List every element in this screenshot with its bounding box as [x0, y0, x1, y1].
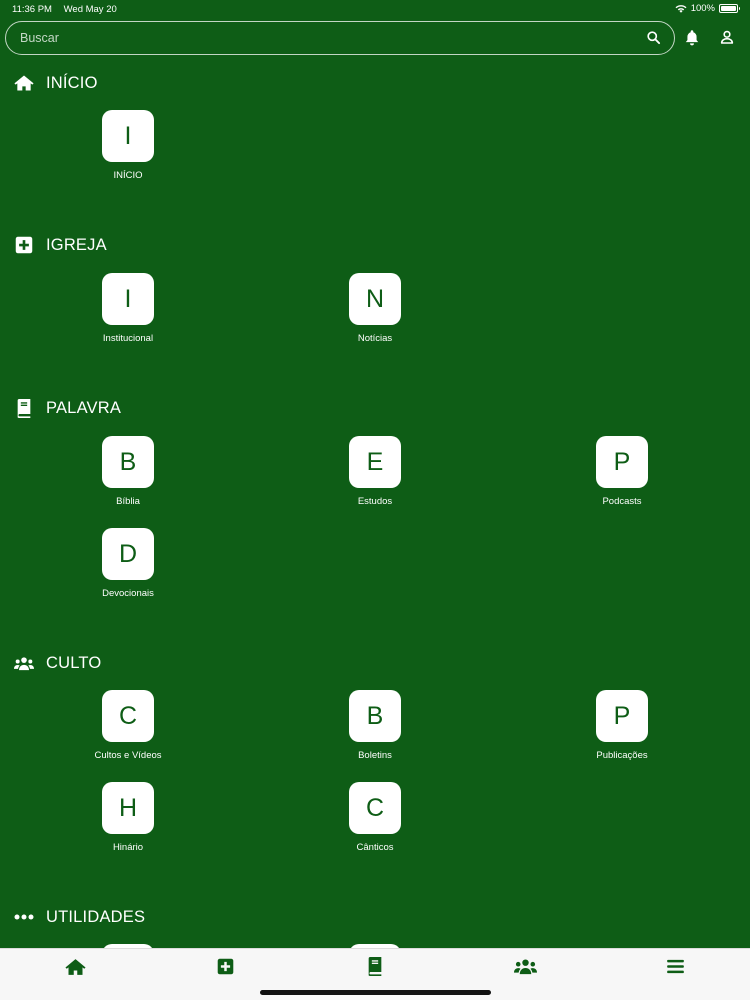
section-header-igreja: IGREJA: [14, 235, 107, 255]
plus-square-icon: [14, 235, 34, 255]
tile-cultos-videos[interactable]: C Cultos e Vídeos: [48, 690, 208, 761]
wifi-icon: [675, 5, 687, 13]
tile-label: Hinário: [112, 842, 144, 853]
tile-label: Cultos e Vídeos: [94, 750, 162, 761]
tile-boletins[interactable]: B Boletins: [295, 690, 455, 761]
tile-label: Institucional: [102, 333, 154, 344]
tile-biblia[interactable]: B Bíblia: [48, 436, 208, 507]
tile-label: Cânticos: [356, 842, 394, 853]
section-title: IGREJA: [46, 235, 107, 254]
tile-label: Publicações: [596, 750, 648, 761]
battery-icon: [719, 4, 740, 13]
tile-hinario[interactable]: H Hinário: [48, 782, 208, 853]
home-icon: [64, 958, 86, 981]
tile-podcasts[interactable]: P Podcasts: [542, 436, 702, 507]
tile-icon[interactable]: E: [349, 436, 401, 488]
tile-label: Estudos: [357, 496, 393, 507]
section-header-inicio: INÍCIO: [14, 73, 98, 93]
users-icon: [513, 958, 537, 980]
tile-icon[interactable]: P: [596, 436, 648, 488]
status-bar: 11:36 PM Wed May 20 100%: [0, 0, 750, 18]
tile-icon[interactable]: N: [349, 273, 401, 325]
section-header-utilidades: UTILIDADES: [14, 907, 145, 927]
tile-label: INÍCIO: [113, 170, 143, 181]
tile-label: Notícias: [357, 333, 393, 344]
tab-igreja[interactable]: [213, 958, 237, 980]
tab-culto[interactable]: [513, 958, 537, 980]
tab-home[interactable]: [63, 958, 87, 980]
tile-devocionais[interactable]: D Devocionais: [48, 528, 208, 599]
tile-noticias[interactable]: N Notícias: [295, 273, 455, 344]
plus-square-icon: [217, 958, 234, 980]
tile-label: Podcasts: [602, 496, 642, 507]
book-icon: [14, 398, 34, 418]
tile-icon[interactable]: C: [349, 782, 401, 834]
status-time: 11:36 PM: [12, 4, 52, 15]
user-icon[interactable]: [719, 29, 737, 47]
tile-icon[interactable]: H: [102, 782, 154, 834]
tile-label: Bíblia: [116, 496, 140, 507]
tile-inicio[interactable]: I INÍCIO: [48, 110, 208, 181]
menu-icon: [666, 959, 684, 979]
tab-menu[interactable]: [663, 958, 687, 980]
search-bar[interactable]: [5, 21, 675, 55]
tab-palavra[interactable]: [363, 957, 387, 981]
section-header-culto: CULTO: [14, 653, 101, 673]
section-title: CULTO: [46, 653, 102, 672]
tile-icon[interactable]: I: [102, 110, 154, 162]
tile-icon[interactable]: B: [102, 436, 154, 488]
tile-publicacoes[interactable]: P Publicações: [542, 690, 702, 761]
section-header-palavra: PALAVRA: [14, 398, 121, 418]
tile-icon[interactable]: B: [349, 690, 401, 742]
status-date: Wed May 20: [63, 4, 117, 15]
section-title: INÍCIO: [46, 73, 98, 92]
bell-icon[interactable]: [684, 29, 702, 47]
home-indicator: [260, 990, 491, 995]
search-input[interactable]: [20, 31, 646, 45]
section-title: UTILIDADES: [46, 907, 146, 926]
tile-canticos[interactable]: C Cânticos: [295, 782, 455, 853]
section-title: PALAVRA: [46, 398, 122, 417]
home-icon: [14, 73, 34, 93]
status-right: 100%: [675, 3, 740, 14]
tile-label: Boletins: [358, 750, 392, 761]
ellipsis-icon: [14, 907, 34, 927]
battery-percent: 100%: [690, 3, 715, 14]
tile-icon[interactable]: I: [102, 273, 154, 325]
status-left: 11:36 PM Wed May 20: [12, 4, 117, 15]
tile-label: Devocionais: [102, 588, 154, 599]
tile-icon[interactable]: C: [102, 690, 154, 742]
tile-institucional[interactable]: I Institucional: [48, 273, 208, 344]
search-icon[interactable]: [646, 30, 662, 46]
tile-icon[interactable]: P: [596, 690, 648, 742]
tile-icon[interactable]: D: [102, 528, 154, 580]
book-icon: [367, 957, 383, 981]
users-icon: [14, 653, 34, 673]
tile-estudos[interactable]: E Estudos: [295, 436, 455, 507]
